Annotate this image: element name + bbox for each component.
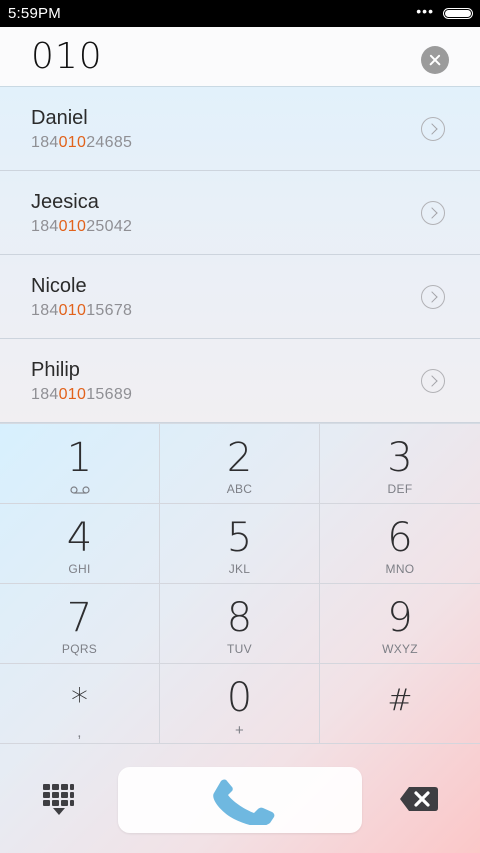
key-digit: 0 bbox=[226, 675, 253, 721]
key-digit: 6 bbox=[387, 515, 413, 561]
key-7[interactable]: 7 PQRS bbox=[0, 584, 160, 664]
match-highlight: 010 bbox=[58, 302, 87, 319]
voicemail-icon bbox=[70, 486, 90, 494]
key-letters: ABC bbox=[226, 482, 253, 496]
keypad-area: 1 2 ABC 3 DEF 4 GHI 5 JKL 6 MNO 7 PQRS 8 bbox=[0, 423, 480, 853]
more-dots-icon: ••• bbox=[416, 2, 434, 19]
key-digit: * bbox=[71, 681, 88, 721]
key-1[interactable]: 1 bbox=[0, 424, 160, 504]
contact-name: Philip bbox=[31, 359, 80, 381]
key-letters: MNO bbox=[385, 562, 415, 576]
key-2[interactable]: 2 ABC bbox=[160, 424, 320, 504]
key-star[interactable]: * , bbox=[0, 664, 160, 744]
call-button[interactable] bbox=[118, 767, 362, 833]
chevron-right-circle-icon[interactable] bbox=[421, 117, 445, 141]
status-indicators: ••• bbox=[416, 4, 473, 19]
key-digit: 2 bbox=[226, 435, 253, 481]
key-digit: # bbox=[387, 683, 413, 718]
number-entry-bar: 010 bbox=[0, 27, 480, 87]
key-digit: 1 bbox=[66, 435, 93, 481]
contact-suggestion-list: Daniel 18401024685 Jeesica 18401025042 N… bbox=[0, 87, 480, 423]
key-digit: 5 bbox=[226, 515, 253, 561]
contact-name: Nicole bbox=[31, 275, 87, 297]
key-hash[interactable]: # bbox=[320, 664, 480, 744]
key-6[interactable]: 6 MNO bbox=[320, 504, 480, 584]
dialpad: 1 2 ABC 3 DEF 4 GHI 5 JKL 6 MNO 7 PQRS 8 bbox=[0, 423, 480, 745]
key-letters: GHI bbox=[68, 562, 91, 576]
backspace-icon[interactable] bbox=[399, 785, 439, 813]
chevron-right-circle-icon[interactable] bbox=[421, 285, 445, 309]
match-highlight: 010 bbox=[58, 386, 87, 403]
contact-row[interactable]: Daniel 18401024685 bbox=[0, 87, 480, 171]
contact-phone: 18401025042 bbox=[31, 218, 133, 235]
key-digit: 9 bbox=[387, 595, 413, 641]
key-letters: JKL bbox=[228, 562, 251, 576]
contact-name: Jeesica bbox=[31, 191, 99, 213]
contact-phone: 18401015689 bbox=[31, 386, 133, 403]
key-letters: WXYZ bbox=[382, 642, 418, 656]
key-3[interactable]: 3 DEF bbox=[320, 424, 480, 504]
match-highlight: 010 bbox=[58, 134, 87, 151]
contact-phone: 18401024685 bbox=[31, 134, 133, 151]
key-4[interactable]: 4 GHI bbox=[0, 504, 160, 584]
battery-icon bbox=[443, 8, 473, 19]
key-digit: 4 bbox=[66, 515, 93, 561]
typed-number[interactable]: 010 bbox=[31, 36, 103, 77]
key-9[interactable]: 9 WXYZ bbox=[320, 584, 480, 664]
dialpad-grid-icon[interactable] bbox=[43, 784, 75, 816]
key-8[interactable]: 8 TUV bbox=[160, 584, 320, 664]
phone-handset-icon bbox=[213, 779, 275, 825]
status-bar: 5:59PM ••• bbox=[0, 0, 480, 27]
key-digit: 8 bbox=[226, 595, 253, 641]
key-digit: 3 bbox=[387, 435, 413, 481]
match-highlight: 010 bbox=[58, 218, 87, 235]
key-5[interactable]: 5 JKL bbox=[160, 504, 320, 584]
key-letters: PQRS bbox=[61, 642, 98, 656]
contact-row[interactable]: Philip 18401015689 bbox=[0, 339, 480, 423]
clear-number-button[interactable] bbox=[421, 46, 449, 74]
contact-row[interactable]: Jeesica 18401025042 bbox=[0, 171, 480, 255]
chevron-right-circle-icon[interactable] bbox=[421, 369, 445, 393]
key-0[interactable]: 0 + bbox=[160, 664, 320, 744]
contact-row[interactable]: Nicole 18401015678 bbox=[0, 255, 480, 339]
chevron-right-circle-icon[interactable] bbox=[421, 201, 445, 225]
key-letters: , bbox=[77, 724, 82, 741]
contact-phone: 18401015678 bbox=[31, 302, 133, 319]
status-time: 5:59PM bbox=[8, 5, 61, 22]
key-letters: TUV bbox=[227, 642, 252, 656]
key-letters: + bbox=[234, 722, 245, 739]
key-letters: DEF bbox=[387, 482, 413, 496]
contact-name: Daniel bbox=[31, 107, 88, 129]
key-digit: 7 bbox=[66, 595, 93, 641]
